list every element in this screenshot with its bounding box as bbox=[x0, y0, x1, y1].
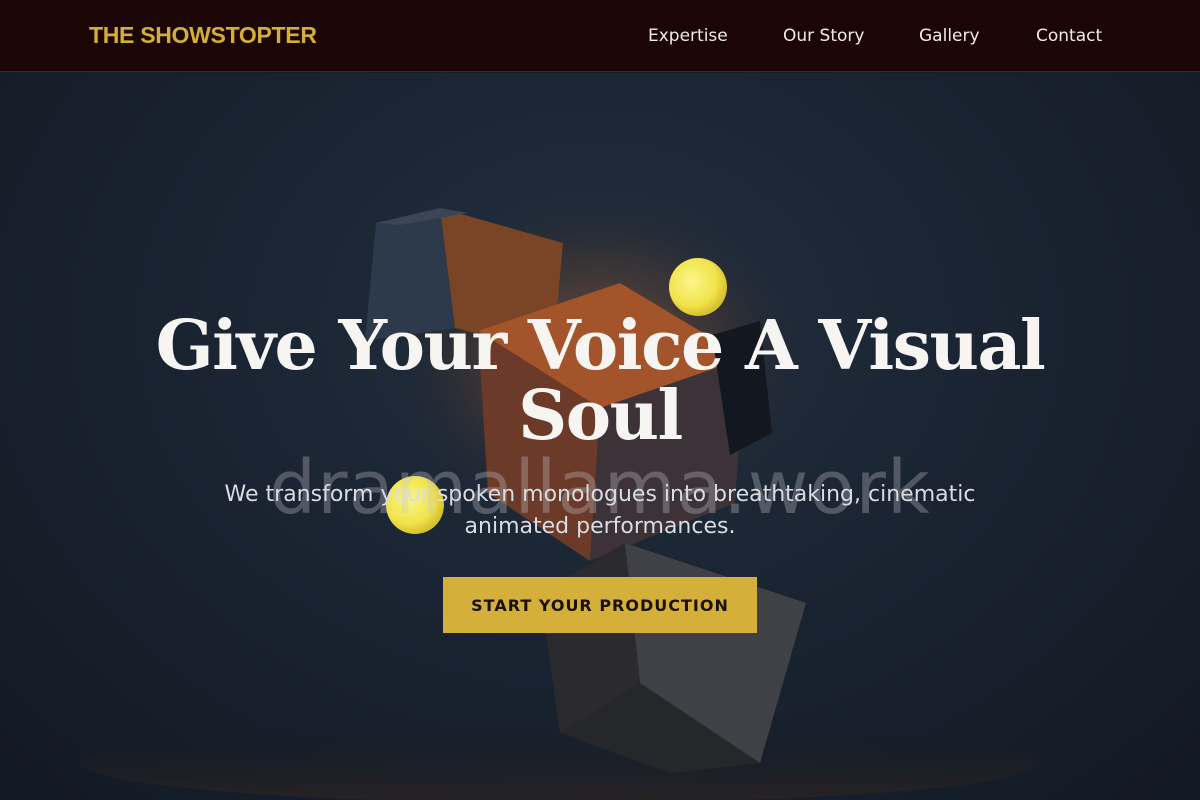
nav-link-expertise[interactable]: Expertise bbox=[648, 26, 728, 46]
main-nav: Expertise Our Story Gallery Contact bbox=[0, 26, 1200, 48]
start-production-button[interactable]: START YOUR PRODUCTION bbox=[443, 577, 757, 633]
hero-section: dramallama.work Give Your Voice A Visual… bbox=[0, 73, 1200, 800]
nav-link-our-story[interactable]: Our Story bbox=[783, 26, 864, 46]
nav-link-gallery[interactable]: Gallery bbox=[919, 26, 980, 46]
hero-subtitle: We transform your spoken monologues into… bbox=[224, 482, 976, 539]
hero-title: Give Your Voice A Visual Soul bbox=[155, 306, 1046, 456]
site-header: THE SHOWSTOPTER Expertise Our Story Gall… bbox=[0, 0, 1200, 72]
floor-shadow bbox=[80, 723, 1040, 800]
nav-link-contact[interactable]: Contact bbox=[1036, 26, 1102, 46]
